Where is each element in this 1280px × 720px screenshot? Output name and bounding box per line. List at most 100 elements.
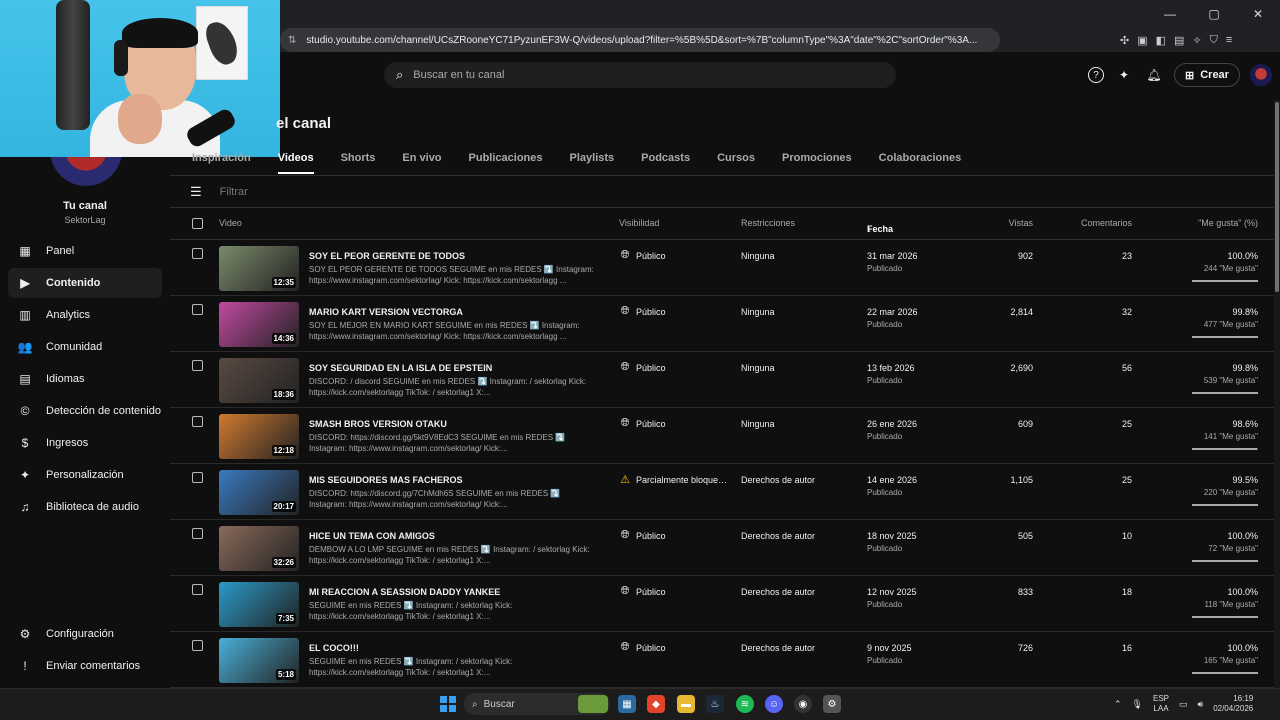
- col-comments[interactable]: Comentarios: [1081, 218, 1132, 228]
- brave-browser-icon[interactable]: ◆: [647, 695, 665, 713]
- visibility-value[interactable]: Público: [636, 419, 728, 429]
- video-thumbnail[interactable]: 7:35: [219, 582, 299, 627]
- channel-search[interactable]: ⌕ Buscar en tu canal: [384, 62, 896, 88]
- sidebar-item-idiomas[interactable]: ▤ Idiomas: [8, 364, 162, 394]
- mic-icon[interactable]: 🎙︎: [1132, 699, 1143, 710]
- tab-shorts[interactable]: Shorts: [341, 146, 376, 174]
- col-likes[interactable]: "Me gusta" (%): [1198, 218, 1258, 228]
- filter-icon[interactable]: ☰: [190, 184, 202, 200]
- table-row[interactable]: 14:36 MARIO KART VERSION VECTORGA SOY EL M…: [170, 296, 1274, 352]
- table-row[interactable]: 20:17 MIS SEGUIDORES MAS FACHEROS DISCORD:…: [170, 464, 1274, 520]
- address-bar[interactable]: ⇅ studio.youtube.com/channel/UCsZRooneYC…: [280, 28, 1000, 52]
- video-thumbnail[interactable]: 12:35: [219, 246, 299, 291]
- clock[interactable]: 16:19 02/04/2026: [1213, 694, 1253, 714]
- table-row[interactable]: 12:35 SOY EL PEOR GERENTE DE TODOS SOY EL …: [170, 240, 1274, 296]
- select-all-checkbox[interactable]: [192, 218, 203, 229]
- volume-icon[interactable]: 🔊︎: [1198, 699, 1204, 710]
- extensions-icon[interactable]: ✣: [1120, 34, 1129, 47]
- minimize-button[interactable]: —: [1148, 0, 1192, 28]
- tab-publicaciones[interactable]: Publicaciones: [469, 146, 543, 174]
- sidebar-item-ingresos[interactable]: $ Ingresos: [8, 428, 162, 458]
- video-title[interactable]: EL COCO!!!: [309, 643, 359, 653]
- network-icon[interactable]: ▭: [1179, 699, 1188, 710]
- col-restrictions[interactable]: Restricciones: [741, 218, 795, 228]
- account-avatar[interactable]: [1249, 64, 1272, 86]
- visibility-value[interactable]: Público: [636, 363, 728, 373]
- bell-icon[interactable]: 🔔︎: [1144, 65, 1164, 85]
- sidebar-item-panel[interactable]: ▦ Panel: [8, 236, 162, 266]
- video-thumbnail[interactable]: 18:36: [219, 358, 299, 403]
- tab-cursos[interactable]: Cursos: [717, 146, 755, 174]
- discord-icon[interactable]: ☺: [765, 695, 783, 713]
- help-icon[interactable]: ?: [1088, 67, 1104, 83]
- tab-en-vivo[interactable]: En vivo: [402, 146, 441, 174]
- filter-bar[interactable]: ☰ Filtrar: [190, 182, 248, 202]
- restrictions-value[interactable]: Derechos de autor: [741, 475, 815, 485]
- tab-icon[interactable]: ▣: [1137, 34, 1147, 47]
- row-checkbox[interactable]: [192, 304, 203, 315]
- language-indicator[interactable]: ESP LAA: [1153, 694, 1169, 714]
- visibility-value[interactable]: Público: [636, 307, 728, 317]
- col-views[interactable]: Vistas: [1009, 218, 1033, 228]
- video-title[interactable]: MIS SEGUIDORES MAS FACHEROS: [309, 475, 463, 485]
- create-button[interactable]: ⊞ Crear: [1174, 63, 1240, 87]
- restrictions-value[interactable]: Derechos de autor: [741, 531, 815, 541]
- table-row[interactable]: 5:18 EL COCO!!! SEGUIME en mis REDES ⤵️ In…: [170, 632, 1274, 688]
- table-row[interactable]: 18:36 SOY SEGURIDAD EN LA ISLA DE EPSTEIN…: [170, 352, 1274, 408]
- table-row[interactable]: 7:35 MI REACCION A SEASSION DADDY YANKEE S…: [170, 576, 1274, 632]
- scrollbar-thumb[interactable]: [1275, 102, 1279, 292]
- video-title[interactable]: HICE UN TEMA CON AMIGOS: [309, 531, 435, 541]
- visibility-value[interactable]: Parcialmente bloqueado: [636, 475, 728, 485]
- menu-icon[interactable]: ≡: [1226, 34, 1232, 46]
- spotify-icon[interactable]: ≋: [736, 695, 754, 713]
- row-checkbox[interactable]: [192, 472, 203, 483]
- table-row[interactable]: 32:26 HICE UN TEMA CON AMIGOS DEMBOW A LO …: [170, 520, 1274, 576]
- restrictions-value[interactable]: Derechos de autor: [741, 643, 815, 653]
- sparkle-icon[interactable]: ✦: [1114, 65, 1134, 85]
- wallet-icon[interactable]: ▤: [1174, 34, 1184, 47]
- sidebar-item-feedback[interactable]: ! Enviar comentarios: [8, 651, 162, 681]
- video-thumbnail[interactable]: 5:18: [219, 638, 299, 683]
- tab-playlists[interactable]: Playlists: [570, 146, 615, 174]
- restrictions-value[interactable]: Ninguna: [741, 307, 775, 317]
- visibility-value[interactable]: Público: [636, 251, 728, 261]
- video-title[interactable]: MARIO KART VERSION VECTORGA: [309, 307, 463, 317]
- sidebar-item-contenido[interactable]: ▶ Contenido: [8, 268, 162, 298]
- windows-start-icon[interactable]: [440, 696, 456, 712]
- sidebar-item-personalización[interactable]: ✦ Personalización: [8, 460, 162, 490]
- file-explorer-icon[interactable]: ▬: [677, 695, 695, 713]
- video-thumbnail[interactable]: 32:26: [219, 526, 299, 571]
- tab-videos[interactable]: Videos: [277, 146, 314, 174]
- obs-icon[interactable]: ◉: [794, 695, 812, 713]
- col-visibility[interactable]: Visibilidad: [619, 218, 659, 228]
- channel-name[interactable]: Tu canal: [0, 200, 170, 212]
- video-thumbnail[interactable]: 12:18: [219, 414, 299, 459]
- sidebar-item-detección-de-contenido[interactable]: © Detección de contenido: [8, 396, 162, 426]
- tab-promociones[interactable]: Promociones: [782, 146, 852, 174]
- video-thumbnail[interactable]: 20:17: [219, 470, 299, 515]
- sidebar-item-settings[interactable]: ⚙ Configuración: [8, 619, 162, 649]
- row-checkbox[interactable]: [192, 416, 203, 427]
- maximize-button[interactable]: ▢: [1192, 0, 1236, 28]
- video-title[interactable]: SMASH BROS VERSION OTAKU: [309, 419, 447, 429]
- task-view-icon[interactable]: ▦: [618, 695, 636, 713]
- visibility-value[interactable]: Público: [636, 643, 728, 653]
- close-button[interactable]: ✕: [1236, 0, 1280, 28]
- tray-chevron-icon[interactable]: ⌃: [1114, 699, 1122, 710]
- table-row[interactable]: 12:18 SMASH BROS VERSION OTAKU DISCORD: ht…: [170, 408, 1274, 464]
- row-checkbox[interactable]: [192, 584, 203, 595]
- sidebar-item-analytics[interactable]: ▥ Analytics: [8, 300, 162, 330]
- widget-icon[interactable]: [578, 695, 608, 713]
- tab-inspiraci-n[interactable]: Inspiración: [192, 146, 251, 174]
- video-title[interactable]: MI REACCION A SEASSION DADDY YANKEE: [309, 587, 500, 597]
- row-checkbox[interactable]: [192, 248, 203, 259]
- tab-colaboraciones[interactable]: Colaboraciones: [879, 146, 962, 174]
- row-checkbox[interactable]: [192, 640, 203, 651]
- visibility-value[interactable]: Público: [636, 587, 728, 597]
- visibility-value[interactable]: Público: [636, 531, 728, 541]
- sidebar-item-biblioteca-de-audio[interactable]: ♫ Biblioteca de audio: [8, 492, 162, 522]
- row-checkbox[interactable]: [192, 528, 203, 539]
- site-info-icon[interactable]: ⇅: [288, 35, 296, 46]
- tab-podcasts[interactable]: Podcasts: [641, 146, 690, 174]
- sidebar-item-comunidad[interactable]: 👥 Comunidad: [8, 332, 162, 362]
